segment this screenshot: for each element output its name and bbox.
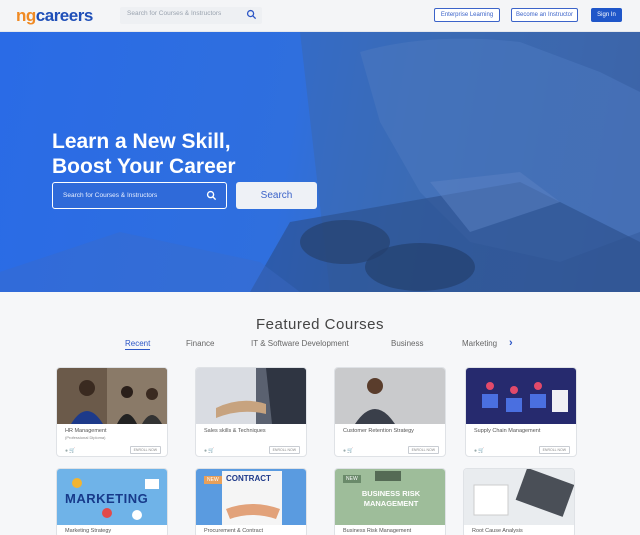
search-icon[interactable] <box>206 190 217 201</box>
become-instructor-button[interactable]: Become an Instructor <box>511 8 578 22</box>
logo-text-ng: ng <box>16 6 36 25</box>
course-meta-icons: ● 🛒 <box>343 448 354 454</box>
hero-banner: Learn a New Skill, Boost Your Career Sea… <box>0 32 640 292</box>
hero-search-placeholder: Search for Courses & Instructors <box>63 192 158 199</box>
course-card[interactable]: Customer Retention Strategy ● 🛒 ENROLL N… <box>334 367 446 457</box>
chevron-right-icon[interactable]: › <box>509 337 513 349</box>
course-title: Procurement & Contract <box>204 528 263 534</box>
hero-search-input[interactable]: Search for Courses & Instructors <box>52 182 227 209</box>
enroll-now-button[interactable]: ENROLL NOW <box>129 446 161 454</box>
course-card[interactable]: NEW BUSINESS RISK MANAGEMENT Business Ri… <box>334 468 446 535</box>
course-thumbnail <box>466 368 576 424</box>
course-title: Business Risk Management <box>343 528 412 534</box>
course-meta-icons: ● 🛒 <box>204 448 215 454</box>
course-card[interactable]: Supply Chain Management ● 🛒 ENROLL NOW <box>465 367 577 457</box>
course-thumbnail <box>196 368 306 424</box>
course-title: Sales skills & Techniques <box>204 428 266 434</box>
course-title: Root Cause Analysis <box>472 528 523 534</box>
course-title: HR Management <box>65 428 107 434</box>
course-title: Supply Chain Management <box>474 428 541 434</box>
featured-courses-title: Featured Courses <box>255 316 385 333</box>
course-card[interactable]: HR Management (Professional Diploma) ● 🛒… <box>56 367 168 457</box>
course-card[interactable]: Root Cause Analysis <box>463 468 575 535</box>
hero-title-line2: Boost Your Career <box>52 155 236 178</box>
hero-title-line1: Learn a New Skill, <box>52 130 231 153</box>
tab-finance[interactable]: Finance <box>186 339 214 348</box>
course-card[interactable]: MARKETING Marketing Strategy <box>56 468 168 535</box>
header-search-placeholder: Search for Courses & Instructors <box>127 10 222 17</box>
tab-recent[interactable]: Recent <box>125 339 151 350</box>
logo-text-careers: careers <box>35 6 94 25</box>
hero-title: Learn a New Skill, Boost Your Career <box>52 129 236 179</box>
hero-search-button[interactable]: Search <box>236 182 317 209</box>
course-banner-text: CONTRACT <box>226 474 271 483</box>
sign-in-button[interactable]: Sign In <box>591 8 622 22</box>
enroll-now-button[interactable]: ENROLL NOW <box>268 446 300 454</box>
enterprise-learning-button[interactable]: Enterprise Learning <box>434 8 500 22</box>
course-thumbnail <box>57 368 167 424</box>
course-banner-text: MARKETING <box>65 491 149 506</box>
course-banner-text: BUSINESS RISK MANAGEMENT <box>361 489 421 508</box>
course-card[interactable]: Sales skills & Techniques ● 🛒 ENROLL NOW <box>195 367 307 457</box>
tab-marketing[interactable]: Marketing <box>462 339 497 348</box>
search-icon[interactable] <box>246 9 257 20</box>
new-badge: NEW <box>204 476 222 484</box>
course-title: Marketing Strategy <box>65 528 112 534</box>
course-card[interactable]: NEW CONTRACT Procurement & Contract <box>195 468 307 535</box>
header-search-input[interactable]: Search for Courses & Instructors <box>120 7 262 24</box>
course-meta-icons: ● 🛒 <box>65 448 76 454</box>
course-thumbnail <box>335 368 445 424</box>
course-meta-icons: ● 🛒 <box>474 448 485 454</box>
course-thumbnail <box>464 469 574 525</box>
course-subtitle: (Professional Diploma) <box>65 435 106 440</box>
tab-it-software[interactable]: IT & Software Development <box>251 339 349 348</box>
course-title: Customer Retention Strategy <box>343 428 414 434</box>
enroll-now-button[interactable]: ENROLL NOW <box>538 446 570 454</box>
top-navbar: ngcareers Search for Courses & Instructo… <box>0 0 640 32</box>
ngcareers-logo[interactable]: ngcareers <box>16 6 93 26</box>
tab-business[interactable]: Business <box>391 339 423 348</box>
enroll-now-button[interactable]: ENROLL NOW <box>407 446 439 454</box>
new-badge: NEW <box>343 475 361 483</box>
